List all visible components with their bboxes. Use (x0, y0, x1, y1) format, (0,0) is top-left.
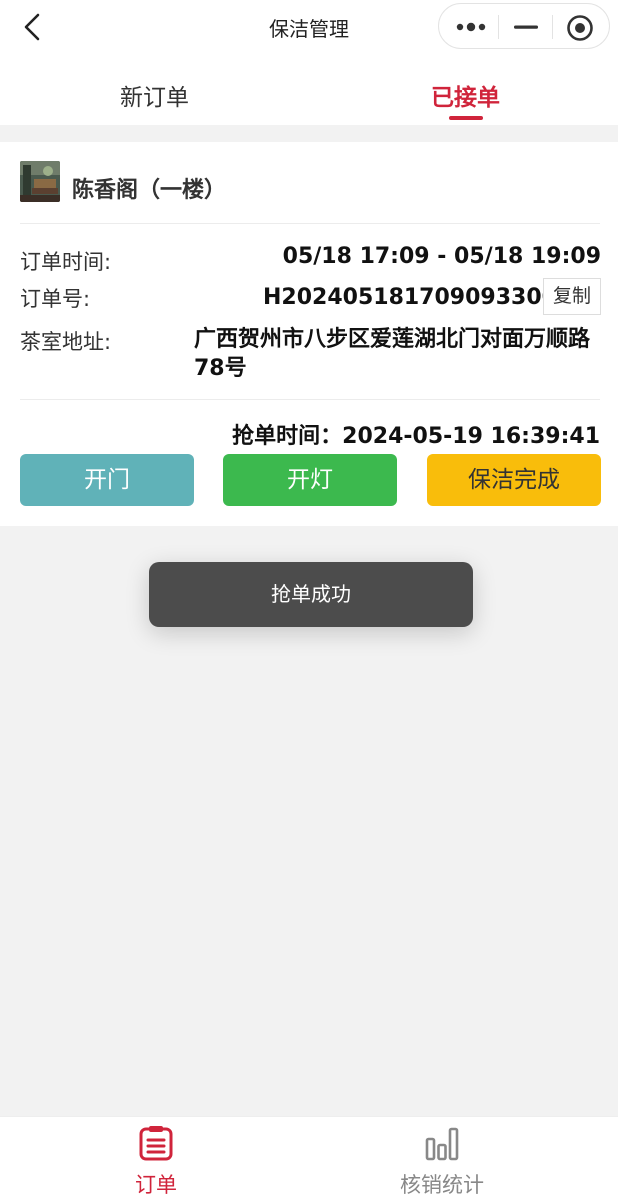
close-target-icon[interactable] (566, 14, 594, 42)
bottom-tab-bar: 订单 核销统计 (0, 1116, 618, 1194)
minimize-icon[interactable] (514, 18, 538, 36)
card-divider (20, 223, 600, 224)
order-time-label: 订单时间: (20, 250, 112, 274)
order-number-label: 订单号: (20, 287, 91, 311)
address-value: 广西贺州市八步区爱莲湖北门对面万顺路78号 (194, 327, 591, 381)
capsule-divider (498, 15, 499, 39)
card-divider (20, 399, 600, 400)
active-tab-indicator (449, 116, 483, 120)
capsule-divider (552, 15, 553, 39)
copy-order-number-button[interactable]: 复制 (543, 278, 601, 315)
light-on-button[interactable]: 开灯 (223, 454, 397, 506)
grab-order-time: 抢单时间：2024-05-19 16:39:41 (232, 424, 600, 449)
order-card: 陈香阁（一楼） 订单时间: 05/18 17:09 - 05/18 19:09 … (0, 142, 618, 526)
top-navigation-bar: 保洁管理 (0, 0, 618, 54)
tabbar-item-stats[interactable]: 核销统计 (362, 1117, 522, 1194)
tabbar-label-orders: 订单 (135, 1173, 177, 1194)
open-door-button[interactable]: 开门 (20, 454, 194, 506)
success-toast: 抢单成功 (149, 562, 473, 627)
order-tabs: 新订单 已接单 (0, 54, 618, 125)
shop-name: 陈香阁（一楼） (72, 178, 227, 203)
mini-program-capsule (438, 3, 610, 49)
bar-chart-icon (425, 1127, 459, 1161)
order-number-value: H202405181709093300 (263, 285, 557, 310)
clipboard-icon (139, 1126, 173, 1161)
tab-new-orders[interactable]: 新订单 (120, 78, 189, 112)
cleaning-done-button[interactable]: 保洁完成 (427, 454, 601, 506)
tab-accepted-orders[interactable]: 已接单 (431, 78, 500, 112)
cleaning-management-page: 保洁管理 新订单 已接单 陈香阁（一楼） 订单时间: 05/18 17:09 -… (0, 0, 618, 1194)
tabbar-label-stats: 核销统计 (400, 1173, 484, 1194)
shop-thumbnail (20, 161, 60, 202)
address-label: 茶室地址: (20, 330, 112, 354)
order-time-value: 05/18 17:09 - 05/18 19:09 (282, 244, 601, 269)
tabbar-item-orders[interactable]: 订单 (76, 1117, 236, 1194)
more-dots-icon[interactable] (455, 18, 487, 36)
